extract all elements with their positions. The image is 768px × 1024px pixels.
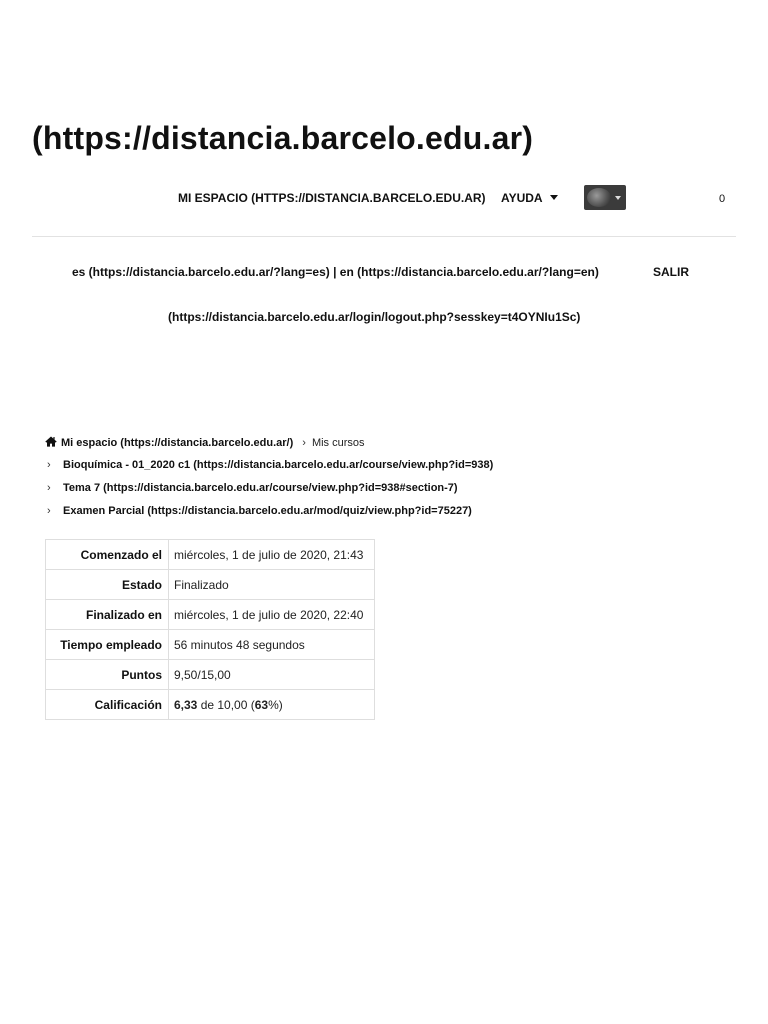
breadcrumb-row-quiz: › Examen Parcial (https://distancia.barce…: [45, 505, 493, 528]
breadcrumb-quiz-link[interactable]: Examen Parcial (https://distancia.barcel…: [63, 505, 472, 517]
lang-es-link[interactable]: es (https://distancia.barcelo.edu.ar/?la…: [72, 265, 330, 279]
row-label: Tiempo empleado: [45, 629, 169, 660]
breadcrumb-row-course: › Bioquímica - 01_2020 c1 (https://distan…: [45, 459, 493, 482]
nav-help-menu[interactable]: AYUDA: [501, 191, 558, 205]
breadcrumb-my-courses: Mis cursos: [311, 437, 365, 449]
row-label: Comenzado el: [45, 539, 169, 570]
row-value: 9,50/15,00: [168, 659, 375, 690]
breadcrumb-separator: ›: [47, 482, 51, 494]
breadcrumb: Mi espacio (https://distancia.barcelo.ed…: [45, 436, 493, 528]
row-label: Puntos: [45, 659, 169, 690]
lang-separator: |: [333, 265, 337, 279]
notification-count[interactable]: 0: [719, 193, 725, 205]
avatar: [587, 188, 611, 207]
breadcrumb-home-link[interactable]: Mi espacio (https://distancia.barcelo.ed…: [61, 437, 293, 449]
table-row-grade: Calificación 6,33 de 10,00 (63%): [45, 689, 375, 720]
grade-label: Calificación: [45, 689, 169, 720]
page: (https://distancia.barcelo.edu.ar) MI ES…: [0, 0, 768, 1024]
table-row: Puntos 9,50/15,00: [45, 659, 375, 690]
row-value: 56 minutos 48 segundos: [168, 629, 375, 660]
row-value: miércoles, 1 de julio de 2020, 21:43: [168, 539, 375, 570]
breadcrumb-row-section: › Tema 7 (https://distancia.barcelo.edu.a…: [45, 482, 493, 505]
nav-my-space-link[interactable]: MI ESPACIO (HTTPS://DISTANCIA.BARCELO.ED…: [178, 191, 486, 205]
table-row: Comenzado el miércoles, 1 de julio de 20…: [45, 539, 375, 570]
row-label: Finalizado en: [45, 599, 169, 630]
caret-down-icon: [549, 195, 558, 201]
breadcrumb-row-home: Mi espacio (https://distancia.barcelo.ed…: [45, 436, 493, 459]
table-row: Finalizado en miércoles, 1 de julio de 2…: [45, 599, 375, 630]
breadcrumb-separator: ›: [302, 437, 306, 449]
user-menu-button[interactable]: [584, 185, 626, 210]
row-label: Estado: [45, 569, 169, 600]
breadcrumb-section-link[interactable]: Tema 7 (https://distancia.barcelo.edu.ar…: [63, 482, 458, 494]
logout-link[interactable]: SALIR: [653, 265, 689, 279]
breadcrumb-separator: ›: [47, 459, 51, 471]
table-row: Estado Finalizado: [45, 569, 375, 600]
grade-score: 6,33: [174, 697, 198, 712]
language-menu: es (https://distancia.barcelo.edu.ar/?la…: [72, 265, 599, 279]
grade-end: %): [268, 697, 283, 712]
breadcrumb-course-link[interactable]: Bioquímica - 01_2020 c1 (https://distanc…: [63, 459, 493, 471]
row-value: miércoles, 1 de julio de 2020, 22:40: [168, 599, 375, 630]
grade-mid: de 10,00 (: [197, 697, 255, 712]
lang-en-link[interactable]: en (https://distancia.barcelo.edu.ar/?la…: [340, 265, 599, 279]
site-title-link[interactable]: (https://distancia.barcelo.edu.ar): [32, 120, 533, 157]
logout-url-link[interactable]: (https://distancia.barcelo.edu.ar/login/…: [168, 310, 580, 324]
caret-down-icon: [615, 196, 621, 200]
row-value: Finalizado: [168, 569, 375, 600]
header-divider: [32, 236, 736, 237]
quiz-summary-table: Comenzado el miércoles, 1 de julio de 20…: [45, 539, 375, 720]
breadcrumb-separator: ›: [47, 505, 51, 517]
grade-percent: 63: [254, 697, 269, 712]
main-nav: MI ESPACIO (HTTPS://DISTANCIA.BARCELO.ED…: [0, 183, 768, 217]
table-row: Tiempo empleado 56 minutos 48 segundos: [45, 629, 375, 660]
nav-help-label: AYUDA: [501, 191, 543, 205]
home-icon: [45, 436, 57, 447]
grade-value: 6,33 de 10,00 (63%): [168, 689, 375, 720]
